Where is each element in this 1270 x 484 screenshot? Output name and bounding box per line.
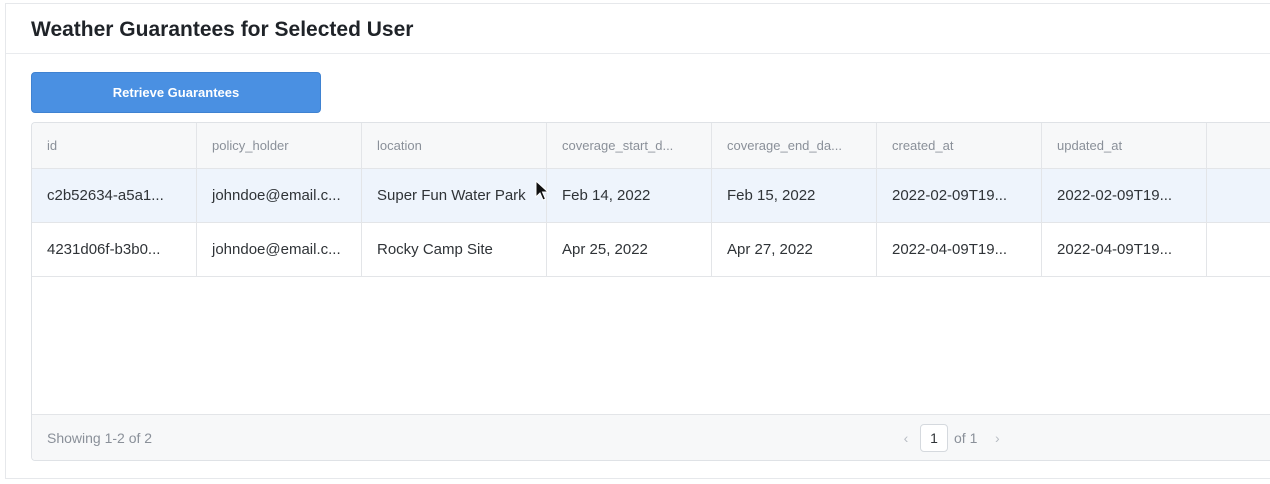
- retrieve-guarantees-button[interactable]: Retrieve Guarantees: [31, 72, 321, 113]
- table-header: id policy_holder location coverage_start…: [32, 123, 1270, 169]
- cell-policy-holder: johndoe@email.c...: [197, 223, 362, 276]
- cell-coverage-start: Apr 25, 2022: [547, 223, 712, 276]
- cell-id: c2b52634-a5a1...: [32, 169, 197, 222]
- column-header-id[interactable]: id: [32, 123, 197, 168]
- cell-location: Rocky Camp Site: [362, 223, 547, 276]
- cell-created-at: 2022-04-09T19...: [877, 223, 1042, 276]
- column-header-coverage-end[interactable]: coverage_end_da...: [712, 123, 877, 168]
- page-number-input[interactable]: [920, 424, 948, 452]
- cell-updated-at: 2022-02-09T19...: [1042, 169, 1207, 222]
- column-header-created-at[interactable]: created_at: [877, 123, 1042, 168]
- table-empty-area: [32, 277, 1270, 417]
- cell-coverage-end: Apr 27, 2022: [712, 223, 877, 276]
- table-footer: Showing 1-2 of 2 ‹ of 1 ›: [32, 414, 1270, 460]
- cell-location: Super Fun Water Park: [362, 169, 547, 222]
- cell-updated-at: 2022-04-09T19...: [1042, 223, 1207, 276]
- cell-extra: [1207, 169, 1270, 222]
- guarantees-panel: Weather Guarantees for Selected User Ret…: [5, 3, 1270, 479]
- column-header-policy-holder[interactable]: policy_holder: [197, 123, 362, 168]
- cell-coverage-start: Feb 14, 2022: [547, 169, 712, 222]
- column-header-coverage-start[interactable]: coverage_start_d...: [547, 123, 712, 168]
- column-header-extra: [1207, 123, 1270, 168]
- chevron-right-icon[interactable]: ›: [987, 430, 1007, 446]
- cell-created-at: 2022-02-09T19...: [877, 169, 1042, 222]
- cell-id: 4231d06f-b3b0...: [32, 223, 197, 276]
- cell-policy-holder: johndoe@email.c...: [197, 169, 362, 222]
- title-divider: [6, 53, 1270, 54]
- mouse-pointer-icon: [535, 180, 549, 201]
- table-row[interactable]: c2b52634-a5a1... johndoe@email.c... Supe…: [32, 169, 1270, 223]
- chevron-left-icon[interactable]: ‹: [896, 430, 916, 446]
- page-total: of 1: [954, 430, 978, 446]
- guarantees-table: id policy_holder location coverage_start…: [31, 122, 1270, 461]
- column-header-location[interactable]: location: [362, 123, 547, 168]
- row-count-status: Showing 1-2 of 2: [47, 430, 153, 446]
- cell-extra: [1207, 223, 1270, 276]
- pagination: ‹ of 1 ›: [896, 424, 1007, 452]
- column-header-updated-at[interactable]: updated_at: [1042, 123, 1207, 168]
- cell-coverage-end: Feb 15, 2022: [712, 169, 877, 222]
- table-row[interactable]: 4231d06f-b3b0... johndoe@email.c... Rock…: [32, 223, 1270, 277]
- panel-title: Weather Guarantees for Selected User: [31, 18, 414, 41]
